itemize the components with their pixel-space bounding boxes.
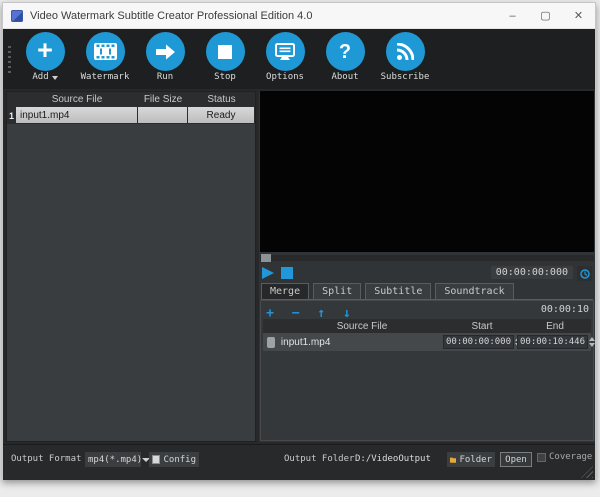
subscribe-label: Subscribe	[381, 72, 430, 82]
open-button-label: Open	[505, 455, 527, 465]
file-list-panel: Source File File Size Status 1 input1.mp…	[6, 91, 256, 442]
cell-status: Ready	[188, 107, 255, 124]
run-button[interactable]: Run	[135, 32, 195, 82]
merge-col-source-file[interactable]: Source File	[279, 319, 445, 333]
window-controls: – ▢ ✕	[496, 3, 595, 28]
clip-duration: 00:00:10	[541, 304, 589, 315]
file-table-header: Source File File Size Status	[7, 92, 255, 107]
tab-split[interactable]: Split	[313, 283, 361, 299]
tab-soundtrack[interactable]: Soundtrack	[435, 283, 513, 299]
open-button[interactable]: Open	[500, 452, 532, 467]
add-label: Add	[32, 72, 48, 82]
spinner-arrows-icon[interactable]	[589, 337, 595, 347]
question-icon: ?	[339, 42, 351, 62]
checkbox-icon[interactable]	[152, 455, 160, 464]
minimize-button[interactable]: –	[496, 3, 529, 28]
start-time-spinner[interactable]: 00:00:00:000	[443, 335, 517, 349]
col-file-size[interactable]: File Size	[138, 92, 188, 107]
stop-playback-button[interactable]	[281, 267, 293, 279]
square-icon	[218, 45, 232, 59]
cell-file-size	[138, 107, 188, 124]
output-folder-label: Output Folder	[284, 454, 354, 464]
video-preview[interactable]	[260, 91, 594, 252]
clock-icon	[580, 269, 590, 279]
bottom-bar: Output Format mp4(*.mp4) Config Output F…	[3, 444, 595, 480]
col-status[interactable]: Status	[188, 92, 255, 107]
options-label: Options	[266, 72, 304, 82]
options-button[interactable]: Options	[255, 32, 315, 82]
row-handle-icon	[267, 337, 275, 348]
config-checkbox[interactable]: Config	[149, 452, 199, 467]
add-dropdown-arrow-icon[interactable]	[52, 76, 58, 80]
stop-label: Stop	[214, 72, 236, 82]
tab-subtitle[interactable]: Subtitle	[365, 283, 431, 299]
end-time-spinner[interactable]: 00:00:10:446	[517, 335, 591, 349]
play-button[interactable]	[262, 267, 274, 279]
seek-time-button[interactable]	[577, 266, 592, 281]
folder-button-label: Folder	[459, 455, 492, 465]
start-time-value[interactable]: 00:00:00:000	[443, 335, 514, 349]
resize-grip[interactable]	[581, 466, 593, 478]
output-format-value: mp4(*.mp4)	[88, 455, 142, 465]
merge-table-row[interactable]: input1.mp4 00:00:00:000 00:00:10:446	[263, 333, 591, 351]
merge-col-start[interactable]: Start	[445, 319, 519, 333]
stop-button[interactable]: Stop	[195, 32, 255, 82]
app-icon	[11, 10, 23, 22]
time-display: 00:00:00:000	[491, 266, 573, 279]
output-format-label: Output Format	[11, 454, 81, 464]
col-source-file[interactable]: Source File	[16, 92, 138, 107]
clip-controls: + − ↑ ↓ 00:00:10	[263, 302, 590, 317]
filmstrip-icon	[94, 43, 117, 60]
monitor-icon	[275, 43, 295, 60]
output-folder-value[interactable]: D:/VideoOutput	[355, 454, 431, 464]
watermark-button[interactable]: Watermark	[75, 32, 135, 82]
folder-button[interactable]: Folder	[447, 452, 495, 467]
config-label: Config	[163, 455, 196, 465]
cell-source-file: input1.mp4	[16, 107, 138, 124]
merge-tab-content: + − ↑ ↓ 00:00:10 Source File Start End i…	[260, 300, 594, 441]
output-format-select[interactable]: mp4(*.mp4)	[85, 452, 141, 467]
add-button[interactable]: + Add	[15, 32, 75, 82]
run-label: Run	[157, 72, 173, 82]
preview-panel: 00:00:00:000 Merge Split Subtitle Soundt…	[259, 91, 595, 442]
seek-handle[interactable]	[261, 254, 271, 262]
close-button[interactable]: ✕	[562, 3, 595, 28]
subscribe-button[interactable]: Subscribe	[375, 32, 435, 82]
arrow-right-icon	[156, 44, 175, 60]
about-button[interactable]: ? About	[315, 32, 375, 82]
transport-controls: 00:00:00:000	[262, 266, 592, 281]
watermark-label: Watermark	[81, 72, 130, 82]
title-bar: Video Watermark Subtitle Creator Profess…	[3, 3, 595, 29]
window-title: Video Watermark Subtitle Creator Profess…	[30, 10, 312, 22]
checkbox-icon[interactable]	[537, 453, 546, 462]
seek-bar[interactable]	[260, 255, 594, 261]
rss-icon	[396, 43, 414, 61]
tab-merge[interactable]: Merge	[261, 283, 309, 299]
toolbar: + Add Watermark	[3, 29, 595, 89]
end-time-value[interactable]: 00:00:10:446	[517, 335, 588, 349]
toolbar-buttons: + Add Watermark	[15, 32, 435, 82]
row-number: 1	[7, 107, 16, 124]
coverage-checkbox[interactable]: Coverage	[537, 452, 592, 462]
main-area: Source File File Size Status 1 input1.mp…	[3, 89, 595, 444]
merge-table-header: Source File Start End	[263, 319, 591, 333]
app-window: Video Watermark Subtitle Creator Profess…	[2, 2, 596, 480]
row-number-header	[7, 92, 16, 107]
toolbar-grip[interactable]	[8, 46, 11, 74]
folder-icon	[450, 455, 456, 465]
maximize-button[interactable]: ▢	[529, 3, 562, 28]
plus-icon: +	[37, 37, 53, 64]
merge-col-end[interactable]: End	[519, 319, 591, 333]
merge-cell-source: input1.mp4	[279, 337, 443, 348]
merge-gutter-header	[263, 319, 279, 333]
editor-tabs: Merge Split Subtitle Soundtrack	[261, 283, 593, 300]
about-label: About	[331, 72, 358, 82]
coverage-label: Coverage	[549, 452, 592, 462]
table-row[interactable]: 1 input1.mp4 Ready	[7, 107, 255, 124]
